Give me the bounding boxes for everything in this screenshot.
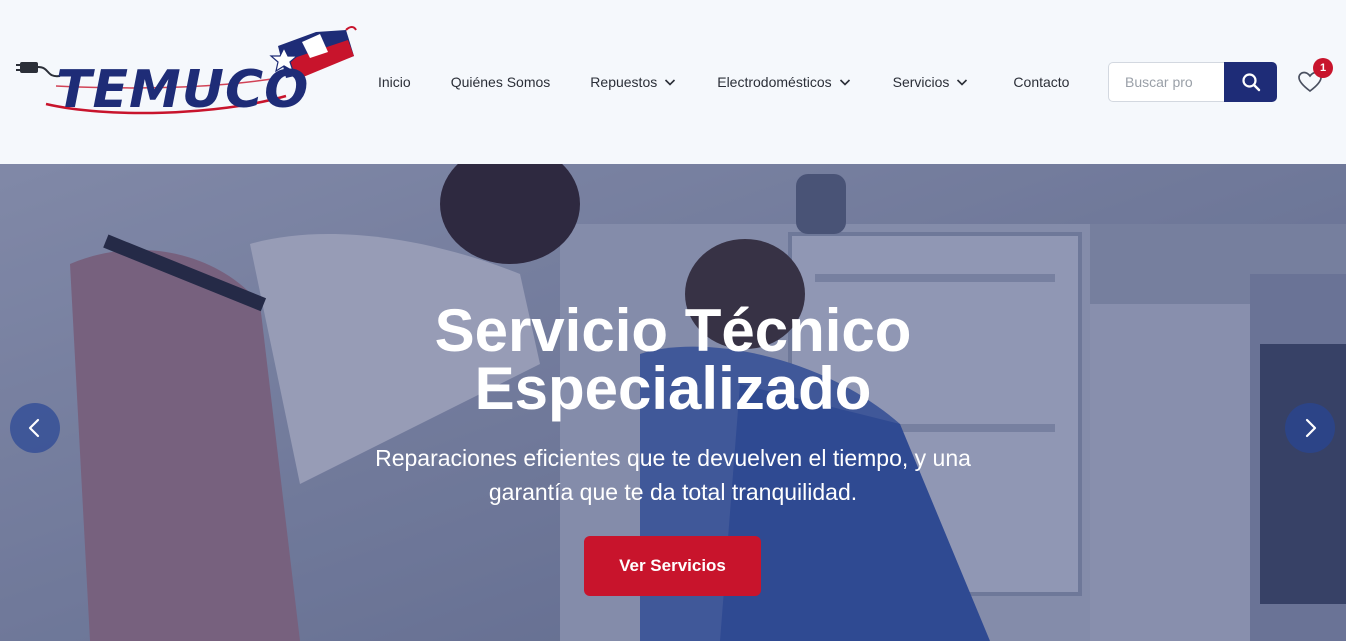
nav-item-electrodomesticos[interactable]: Electrodomésticos xyxy=(717,74,851,90)
nav-item-label: Inicio xyxy=(378,74,411,90)
nav-item-quienes-somos[interactable]: Quiénes Somos xyxy=(451,74,551,90)
hero-subtitle: Reparaciones eficientes que te devuelven… xyxy=(323,441,1023,509)
nav-item-label: Contacto xyxy=(1013,74,1070,90)
chevron-down-icon xyxy=(839,79,850,86)
hero-title-line: Especializado xyxy=(474,355,872,422)
brand-logo[interactable]: TEMUCO xyxy=(16,26,361,122)
hero-title-line: Servicio Técnico xyxy=(434,297,912,364)
slider-prev-button[interactable] xyxy=(10,403,60,453)
nav-item-servicios[interactable]: Servicios xyxy=(893,74,970,90)
nav-item-label: Servicios xyxy=(892,74,950,90)
hero-subtitle-line: garantía que te da total tranquilidad. xyxy=(488,479,858,505)
hero-slider: Servicio Técnico Especializado Reparacio… xyxy=(0,164,1346,641)
nav-item-label: Electrodomésticos xyxy=(717,74,832,90)
wishlist-count-badge: 1 xyxy=(1313,58,1333,78)
chevron-left-icon xyxy=(28,418,40,438)
ver-servicios-button[interactable]: Ver Servicios xyxy=(584,536,761,596)
search-bar xyxy=(1108,62,1277,102)
hero-title: Servicio Técnico Especializado xyxy=(273,301,1073,419)
hero-subtitle-line: Reparaciones eficientes que te devuelven… xyxy=(375,445,971,471)
slider-next-button[interactable] xyxy=(1285,403,1335,453)
search-button[interactable] xyxy=(1224,62,1277,102)
chevron-down-icon xyxy=(957,79,968,86)
main-nav: Inicio Quiénes Somos Repuestos Electrodo… xyxy=(378,72,1069,92)
nav-item-repuestos[interactable]: Repuestos xyxy=(590,74,677,90)
chevron-down-icon xyxy=(665,79,676,86)
search-input[interactable] xyxy=(1108,62,1224,102)
nav-item-label: Repuestos xyxy=(590,74,658,90)
nav-item-inicio[interactable]: Inicio xyxy=(378,74,411,90)
site-header: TEMUCO Inicio Quiénes Somos Repuestos El… xyxy=(0,0,1346,164)
chevron-right-icon xyxy=(1305,418,1317,438)
search-icon xyxy=(1241,73,1260,92)
logo-wordmark: TEMUCO xyxy=(56,60,310,120)
nav-item-label: Quiénes Somos xyxy=(450,74,551,90)
nav-item-contacto[interactable]: Contacto xyxy=(1013,74,1069,90)
